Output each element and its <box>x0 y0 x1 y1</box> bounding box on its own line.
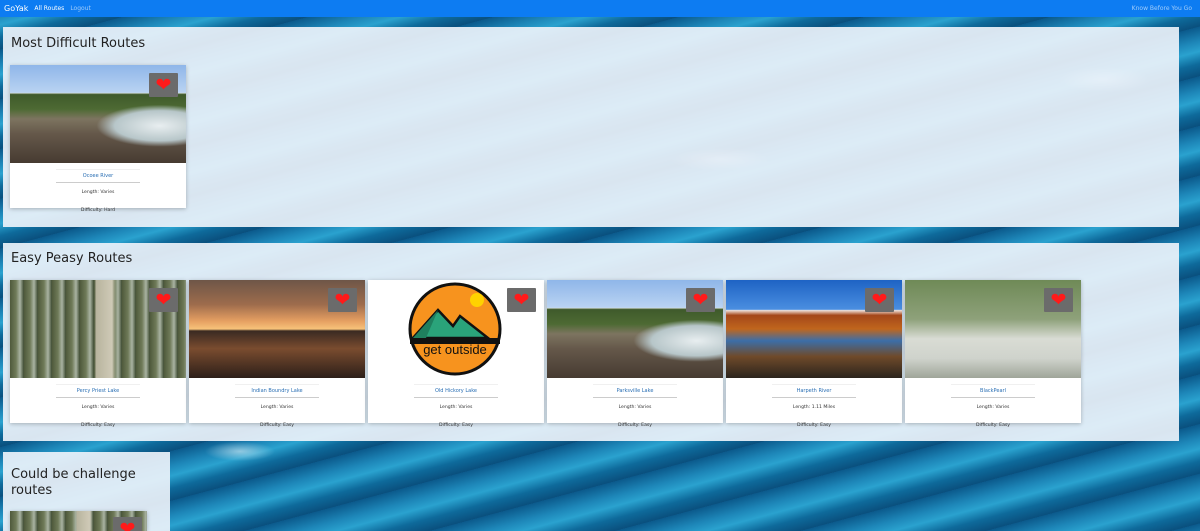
route-length: Length: Varies <box>976 405 1010 410</box>
route-difficulty: Difficulty: Easy <box>260 423 294 428</box>
route-name-link[interactable]: Parksville Lake <box>593 384 677 398</box>
section-could-be-challenge: Could be challenge routes ❤ <box>3 452 170 531</box>
route-length: Length: Varies <box>439 405 473 410</box>
route-image: ❤ <box>10 65 186 163</box>
nav-know-before-you-go[interactable]: Know Before You Go <box>1132 5 1192 12</box>
heart-icon: ❤ <box>155 73 172 96</box>
section-most-difficult: Most Difficult Routes ❤ Ocoee River Leng… <box>3 27 1179 227</box>
route-image: ❤ <box>189 280 365 378</box>
route-name-link[interactable]: Old Hickory Lake <box>414 384 498 398</box>
route-image: get outside ❤ <box>368 280 544 378</box>
favorite-button[interactable]: ❤ <box>149 288 178 312</box>
nav-logout[interactable]: Logout <box>70 5 91 12</box>
route-length: Length: Varies <box>81 190 115 195</box>
route-length: Length: Varies <box>260 405 294 410</box>
route-name-link[interactable]: Harpeth River <box>772 384 856 398</box>
route-difficulty: Difficulty: Easy <box>81 423 115 428</box>
heart-icon: ❤ <box>155 288 172 311</box>
brand-logo[interactable]: GoYak <box>4 4 28 13</box>
route-difficulty: Difficulty: Easy <box>618 423 652 428</box>
route-card[interactable]: ❤ Percy Priest Lake Length: Varies Diffi… <box>10 280 186 428</box>
route-length: Length: 1.11 Miles <box>792 405 836 410</box>
heart-icon: ❤ <box>871 288 888 311</box>
heart-icon: ❤ <box>513 288 530 311</box>
route-difficulty: Difficulty: Hard <box>80 208 116 213</box>
route-card[interactable]: ❤ BlackPearl Length: Varies Difficulty: … <box>905 280 1081 428</box>
favorite-button[interactable]: ❤ <box>686 288 715 312</box>
route-name-link[interactable]: Percy Priest Lake <box>56 384 140 398</box>
route-card[interactable]: ❤ Ocoee River Length: Varies Difficulty:… <box>10 65 186 213</box>
route-difficulty: Difficulty: Easy <box>439 423 473 428</box>
route-image: ❤ <box>905 280 1081 378</box>
route-length: Length: Varies <box>618 405 652 410</box>
nav-all-routes[interactable]: All Routes <box>34 5 64 12</box>
route-difficulty: Difficulty: Easy <box>976 423 1010 428</box>
favorite-button[interactable]: ❤ <box>113 517 142 531</box>
route-image: ❤ <box>10 280 186 378</box>
section-title: Most Difficult Routes <box>11 36 146 51</box>
route-name-link[interactable]: Ocoee River <box>56 169 140 183</box>
route-card[interactable]: ❤ Indian Boundry Lake Length: Varies Dif… <box>189 280 365 428</box>
section-easy-peasy: Easy Peasy Routes ❤ Percy Priest Lake Le… <box>3 243 1179 441</box>
heart-icon: ❤ <box>1050 288 1067 311</box>
favorite-button[interactable]: ❤ <box>149 73 178 97</box>
heart-icon: ❤ <box>692 288 709 311</box>
heart-icon: ❤ <box>334 288 351 311</box>
route-image: ❤ <box>10 511 147 531</box>
route-length: Length: Varies <box>81 405 115 410</box>
route-image: ❤ <box>726 280 902 378</box>
section-title: Easy Peasy Routes <box>11 251 133 266</box>
favorite-button[interactable]: ❤ <box>507 288 536 312</box>
route-name-link[interactable]: BlackPearl <box>951 384 1035 398</box>
section-title: Could be challenge routes <box>11 467 136 498</box>
logo-text: get outside <box>423 342 487 357</box>
favorite-button[interactable]: ❤ <box>328 288 357 312</box>
route-card[interactable]: get outside ❤ Old Hickory Lake Length: V… <box>368 280 544 428</box>
favorite-button[interactable]: ❤ <box>1044 288 1073 312</box>
heart-icon: ❤ <box>119 517 136 531</box>
route-image: ❤ <box>547 280 723 378</box>
route-card[interactable]: ❤ Harpeth River Length: 1.11 Miles Diffi… <box>726 280 902 428</box>
favorite-button[interactable]: ❤ <box>865 288 894 312</box>
route-name-link[interactable]: Indian Boundry Lake <box>235 384 319 398</box>
route-card[interactable]: ❤ Parksville Lake Length: Varies Difficu… <box>547 280 723 428</box>
navbar: GoYak All Routes Logout Know Before You … <box>0 0 1200 17</box>
route-card[interactable]: ❤ <box>10 511 147 531</box>
route-difficulty: Difficulty: Easy <box>797 423 831 428</box>
